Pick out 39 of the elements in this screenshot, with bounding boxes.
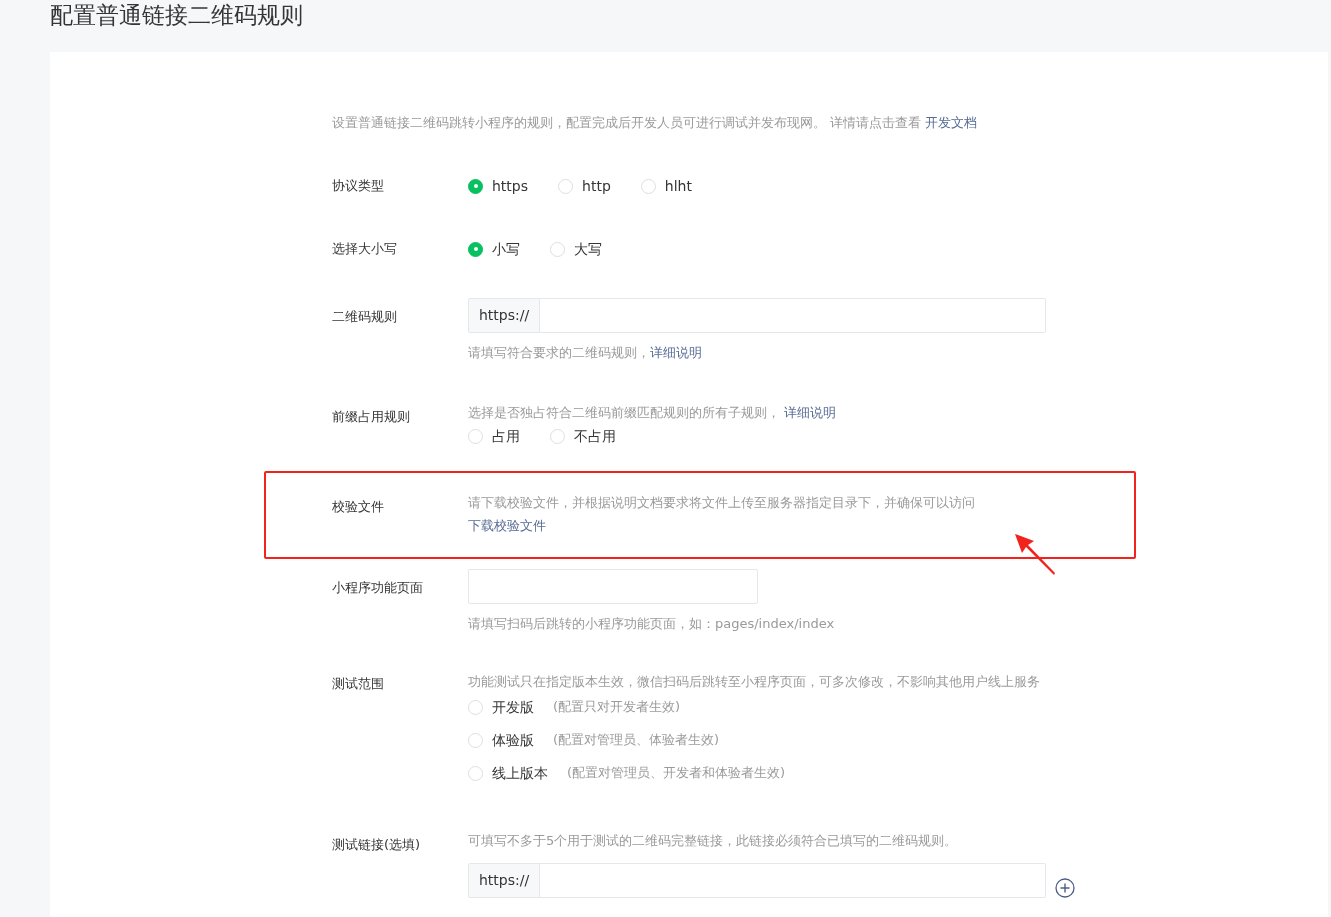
option-description: (配置对管理员、体验者生效) — [553, 731, 720, 749]
add-icon[interactable] — [1055, 878, 1075, 898]
url-input[interactable] — [540, 298, 1046, 333]
hint-text: 功能测试只在指定版本生效，微信扫码后跳转至小程序页面，可多次修改，不影响其他用户线上服务 — [468, 673, 1041, 691]
hint-text: 可填写不多于5个用于测试的二维码完整链接，此链接必须符合已填写的二维码规则。 — [468, 832, 959, 850]
page-title: 配置普通链接二维码规则 — [50, 1, 303, 30]
radio-option[interactable]: 开发版 (配置只对开发者生效) — [468, 698, 1046, 716]
page-path-input[interactable] — [468, 569, 758, 604]
details-link[interactable]: 详细说明 — [784, 405, 837, 420]
url-prefix: https:// — [468, 298, 541, 333]
field-label: 选择大小写 — [332, 240, 398, 258]
radio-option[interactable]: http — [558, 177, 611, 195]
field-label: 前缀占用规则 — [332, 408, 411, 426]
radio-option[interactable]: hlht — [640, 177, 692, 195]
radio-option[interactable]: https — [468, 177, 529, 195]
hint-text: 请填写符合要求的二维码规则，详细说明 — [468, 344, 703, 362]
hint-text: 请填写扫码后跳转的小程序功能页面，如：pages/index/index — [468, 615, 835, 633]
field-label: 校验文件 — [332, 498, 385, 516]
field-label: 测试范围 — [332, 675, 385, 693]
url-prefix: https:// — [468, 862, 541, 898]
field-label: 测试链接(选填) — [332, 836, 422, 854]
hint-text: 选择是否独占符合二维码前缀匹配规则的所有子规则， 详细说明 — [468, 404, 837, 422]
radio-option[interactable]: 占用 — [468, 427, 520, 445]
radio-option[interactable]: 不占用 — [550, 427, 616, 445]
field-label: 二维码规则 — [332, 308, 398, 326]
option-description: (配置只对开发者生效) — [553, 698, 681, 716]
intro-text: 设置普通链接二维码跳转小程序的规则，配置完成后开发人员可进行调试并发布现网。 详情请点击查看 开发文档 — [332, 114, 979, 132]
hint-text: 请下载校验文件，并根据说明文档要求将文件上传至服务器指定目录下，并确保可以访问 — [468, 494, 975, 512]
radio-option[interactable]: 小写 — [468, 240, 520, 258]
field-label: 小程序功能页面 — [332, 579, 424, 597]
option-description: (配置对管理员、开发者和体验者生效) — [567, 764, 786, 782]
field-label: 协议类型 — [332, 177, 385, 195]
docs-link[interactable]: 开发文档 — [925, 115, 978, 130]
url-input[interactable] — [540, 862, 1046, 898]
radio-option[interactable]: 大写 — [550, 240, 602, 258]
radio-option[interactable]: 线上版本 (配置对管理员、开发者和体验者生效) — [468, 764, 1046, 782]
radio-option[interactable]: 体验版 (配置对管理员、体验者生效) — [468, 731, 1046, 749]
details-link[interactable]: 详细说明 — [650, 345, 702, 360]
download-link[interactable]: 下载校验文件 — [468, 517, 546, 535]
